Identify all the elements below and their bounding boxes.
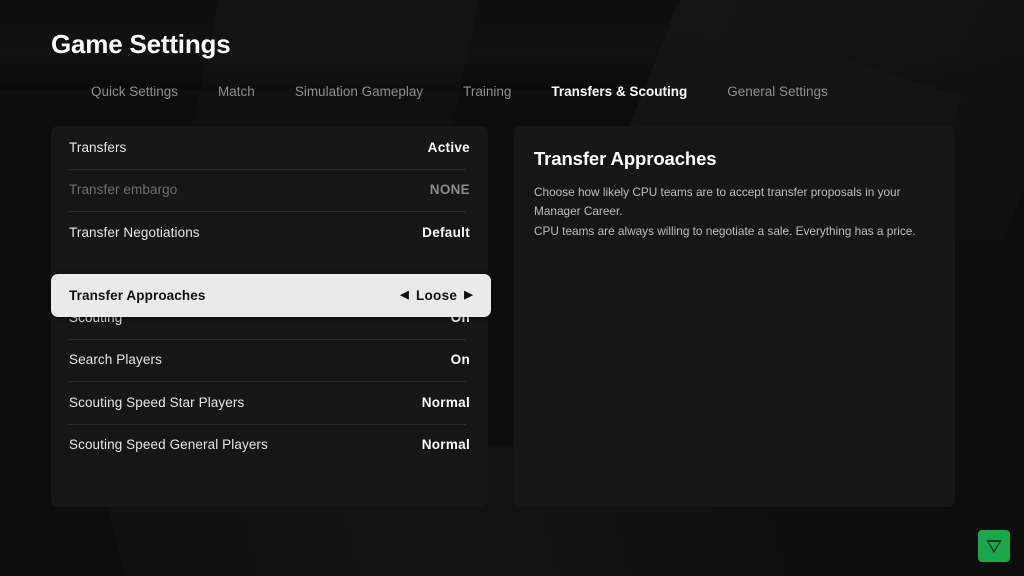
settings-row-transfers[interactable]: Transfers Active (69, 126, 470, 169)
settings-row-label: Scouting Speed Star Players (69, 394, 245, 410)
settings-row-search-players[interactable]: Search Players On (69, 338, 470, 382)
previous-option-arrow-icon[interactable]: ◀ (400, 289, 409, 301)
tab-match[interactable]: Match (198, 84, 275, 99)
settings-row-transfer-embargo: Transfer embargo NONE (69, 168, 470, 212)
settings-row-value: Default (422, 224, 470, 240)
tab-simulation-gameplay[interactable]: Simulation Gameplay (275, 84, 443, 99)
detail-description-line-2: CPU teams are always willing to negotiat… (534, 223, 916, 238)
tab-training[interactable]: Training (443, 84, 531, 99)
tab-bar: Quick Settings Match Simulation Gameplay… (71, 84, 848, 99)
tab-transfers-scouting[interactable]: Transfers & Scouting (531, 84, 707, 99)
next-option-arrow-icon[interactable]: ▶ (464, 289, 473, 301)
detail-content: Transfer Approaches Choose how likely CP… (514, 126, 955, 241)
detail-title: Transfer Approaches (534, 148, 717, 169)
settings-row-value-stepper: ◀ Loose ▶ (400, 288, 473, 303)
tab-general-settings[interactable]: General Settings (707, 84, 848, 99)
settings-row-value: Normal (421, 437, 470, 453)
settings-list-panel: Transfers Active Transfer embargo NONE T… (51, 126, 491, 507)
settings-row-scouting-speed-star-players[interactable]: Scouting Speed Star Players Normal (69, 381, 470, 424)
game-settings-screen: Game Settings Quick Settings Match Simul… (0, 0, 1024, 576)
settings-row-label: Search Players (69, 352, 162, 368)
settings-row-label: Transfer Negotiations (69, 224, 200, 240)
settings-row-transfer-negotiations[interactable]: Transfer Negotiations Default (69, 211, 470, 254)
settings-row-label: Transfer Approaches (69, 287, 206, 303)
settings-row-value: Active (427, 139, 470, 155)
settings-row-value: Normal (421, 394, 470, 410)
settings-row-label: Scouting Speed General Players (69, 437, 268, 453)
settings-row-label: Transfers (69, 139, 127, 155)
settings-row-value: On (450, 352, 470, 368)
detail-description-line-1: Choose how likely CPU teams are to accep… (534, 185, 901, 219)
ea-sports-fc-logo-badge[interactable] (978, 530, 1010, 562)
settings-row-value: NONE (429, 182, 470, 198)
settings-row-transfer-approaches[interactable]: Transfer Approaches ◀ Loose ▶ (51, 274, 491, 317)
detail-panel: Transfer Approaches Choose how likely CP… (514, 126, 955, 507)
page-title: Game Settings (51, 29, 231, 59)
fc-triangle-icon (986, 540, 1002, 553)
settings-row-scouting-speed-general-players[interactable]: Scouting Speed General Players Normal (69, 423, 470, 467)
selected-option-value: Loose (415, 287, 458, 303)
settings-row-label: Transfer embargo (69, 182, 178, 198)
tab-quick-settings[interactable]: Quick Settings (71, 84, 198, 99)
